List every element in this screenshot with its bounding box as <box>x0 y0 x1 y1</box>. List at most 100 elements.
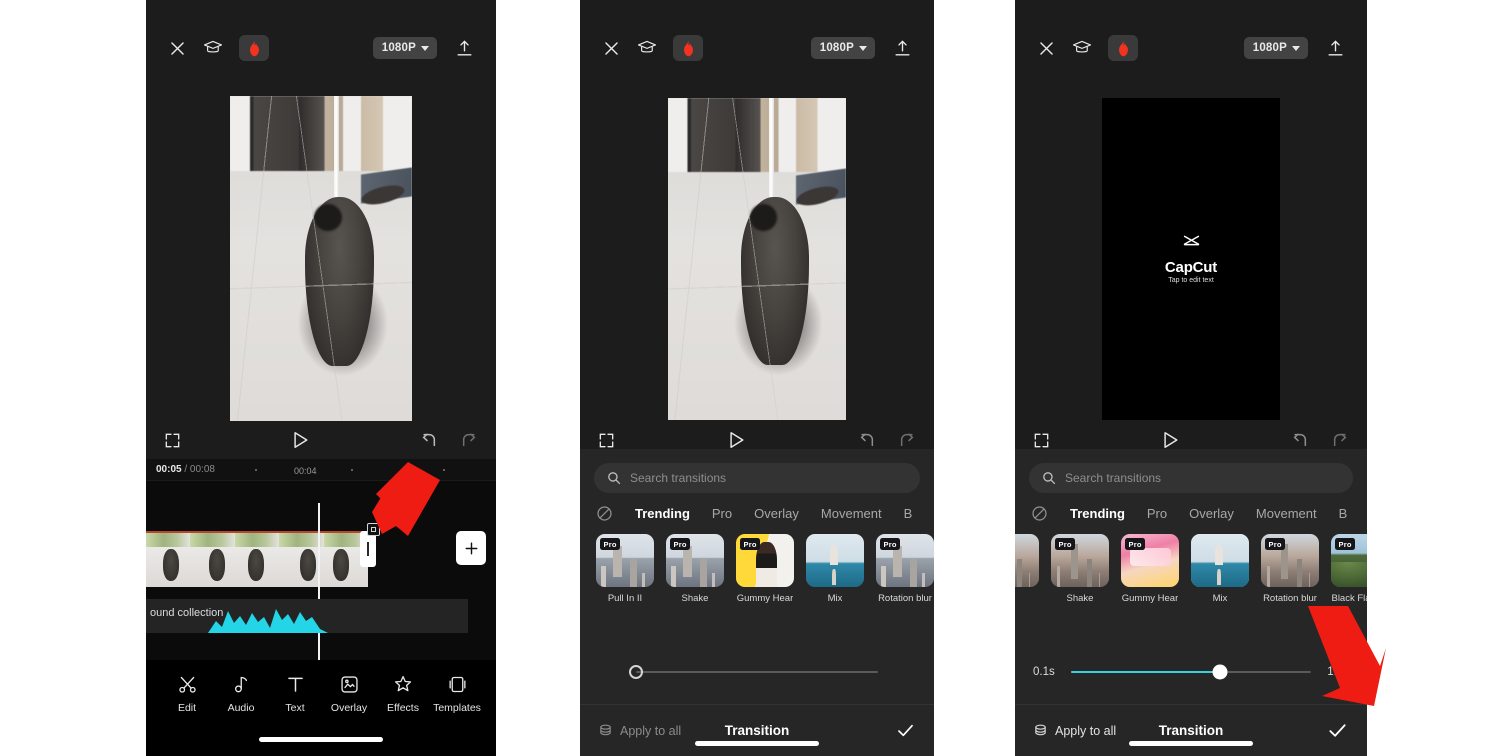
transition-item[interactable]: Pro Black Flash II <box>1331 534 1367 604</box>
bottom-toolbar[interactable]: Edit Audio Text Overlay Effects Template… <box>146 660 496 756</box>
video-preview-editor[interactable] <box>146 96 496 421</box>
close-icon[interactable] <box>602 39 621 58</box>
duration-slider-knob[interactable] <box>629 665 643 679</box>
transition-item[interactable]: Pro Pull In II <box>596 534 654 604</box>
transition-item[interactable]: Pro Rotation blur <box>1261 534 1319 604</box>
transition-thumbnail[interactable]: Pro <box>1331 534 1367 587</box>
transition-thumbnail[interactable]: Pro <box>1051 534 1109 587</box>
transition-thumbnail[interactable]: Pro <box>1121 534 1179 587</box>
flame-icon[interactable] <box>239 35 269 61</box>
tab-pro[interactable]: Pro <box>1147 506 1167 521</box>
upload-icon[interactable] <box>893 39 912 58</box>
tab-movement[interactable]: Movement <box>821 506 882 521</box>
playhead[interactable] <box>318 503 320 683</box>
confirm-check-icon[interactable] <box>1326 719 1349 742</box>
undo-icon[interactable] <box>858 432 876 448</box>
search-input[interactable]: Search transitions <box>630 471 726 485</box>
transition-item[interactable]: Pro Rotation blur <box>876 534 934 604</box>
close-icon[interactable] <box>168 39 187 58</box>
transition-item[interactable]: Pro Gummy Hear <box>1121 534 1179 604</box>
tab-overlay[interactable]: Overlay <box>1189 506 1234 521</box>
redo-icon[interactable] <box>1331 432 1349 448</box>
undo-icon[interactable] <box>1291 432 1309 448</box>
transition-thumbnail[interactable] <box>806 534 864 587</box>
search-transitions-bar[interactable]: Search transitions <box>1029 463 1353 493</box>
confirm-check-icon[interactable] <box>895 720 916 741</box>
redo-icon[interactable] <box>898 432 916 448</box>
graduation-cap-icon[interactable] <box>203 39 223 57</box>
tool-templates[interactable]: Templates <box>430 674 484 714</box>
tool-effects[interactable]: Effects <box>376 674 430 714</box>
tool-overlay[interactable]: Overlay <box>322 674 376 714</box>
tool-label: Templates <box>433 702 481 714</box>
video-preview-placeholder[interactable]: CapCut Tap to edit text <box>1015 96 1367 421</box>
transition-item[interactable]: Pro Shake <box>1051 534 1109 604</box>
transition-item[interactable]: Pro Gummy Hear <box>736 534 794 604</box>
close-icon[interactable] <box>1037 39 1056 58</box>
tab-pro[interactable]: Pro <box>712 506 732 521</box>
graduation-cap-icon[interactable] <box>1072 39 1092 57</box>
redo-icon[interactable] <box>460 432 478 448</box>
upload-icon[interactable] <box>455 39 474 58</box>
transition-thumbnail[interactable]: Pro <box>666 534 724 587</box>
apply-to-all-button[interactable]: Apply to all <box>1033 723 1116 738</box>
preview-frame: CapCut Tap to edit text <box>1102 97 1280 420</box>
tab-trending[interactable]: Trending <box>635 506 690 521</box>
upload-icon[interactable] <box>1326 39 1345 58</box>
add-clip-button[interactable] <box>456 531 486 565</box>
transition-list[interactable]: Pro Shake Pro Gummy Hear Mix Pro Rotatio… <box>1015 522 1367 604</box>
undo-icon[interactable] <box>420 432 438 448</box>
capcut-placeholder[interactable]: CapCut Tap to edit text <box>1102 97 1280 420</box>
tool-text[interactable]: Text <box>268 674 322 714</box>
overlay-icon <box>339 674 360 695</box>
tab-trending[interactable]: Trending <box>1070 506 1125 521</box>
ruler-tick <box>255 469 257 471</box>
tool-edit[interactable]: Edit <box>160 674 214 714</box>
category-tabs[interactable]: Trending Pro Overlay Movement B <box>580 493 934 522</box>
resolution-chip[interactable]: 1080P <box>810 37 875 59</box>
search-transitions-bar[interactable]: Search transitions <box>594 463 920 493</box>
fullscreen-icon[interactable] <box>1033 432 1050 449</box>
transition-thumbnail[interactable] <box>1015 534 1039 587</box>
video-clip[interactable] <box>146 531 368 587</box>
tab-more[interactable]: B <box>1339 506 1348 521</box>
duration-slider-track[interactable] <box>629 665 878 679</box>
play-icon[interactable] <box>728 431 745 449</box>
transition-item[interactable]: Mix <box>1191 534 1249 604</box>
transition-thumbnail[interactable]: Pro <box>1261 534 1319 587</box>
none-icon[interactable] <box>596 505 613 522</box>
audio-track[interactable]: ound collection <box>146 599 468 633</box>
pro-badge: Pro <box>1265 538 1286 550</box>
none-icon[interactable] <box>1031 505 1048 522</box>
apply-to-all-button[interactable]: Apply to all <box>598 723 681 738</box>
transition-item[interactable]: Mix <box>806 534 864 604</box>
home-indicator <box>695 741 819 746</box>
tool-aspect-ratio[interactable]: Asp <box>484 674 496 693</box>
graduation-cap-icon[interactable] <box>637 39 657 57</box>
tab-movement[interactable]: Movement <box>1256 506 1317 521</box>
transition-item[interactable]: Pro Shake <box>666 534 724 604</box>
fullscreen-icon[interactable] <box>598 432 615 449</box>
video-preview-transitions[interactable] <box>580 96 934 421</box>
resolution-chip[interactable]: 1080P <box>1243 37 1308 59</box>
play-icon[interactable] <box>1162 431 1179 449</box>
fullscreen-icon[interactable] <box>164 432 181 449</box>
transition-thumbnail[interactable]: Pro <box>736 534 794 587</box>
resolution-chip[interactable]: 1080P <box>372 37 437 59</box>
flame-icon[interactable] <box>673 35 703 61</box>
play-icon[interactable] <box>292 431 309 449</box>
transition-thumbnail-selected[interactable] <box>1191 534 1249 587</box>
tab-more[interactable]: B <box>904 506 913 521</box>
tool-audio[interactable]: Audio <box>214 674 268 714</box>
duration-slider-track[interactable] <box>1071 664 1311 680</box>
transition-thumbnail[interactable]: Pro <box>876 534 934 587</box>
category-tabs[interactable]: Trending Pro Overlay Movement B <box>1015 493 1367 522</box>
duration-slider-knob[interactable] <box>1212 664 1228 680</box>
transition-list[interactable]: Pro Pull In II Pro Shake Pro Gummy Hear … <box>580 522 934 604</box>
duration-slider-row[interactable] <box>580 640 934 704</box>
search-input[interactable]: Search transitions <box>1065 471 1161 485</box>
transition-item[interactable] <box>1015 534 1039 604</box>
flame-icon[interactable] <box>1108 35 1138 61</box>
transition-thumbnail[interactable]: Pro <box>596 534 654 587</box>
tab-overlay[interactable]: Overlay <box>754 506 799 521</box>
